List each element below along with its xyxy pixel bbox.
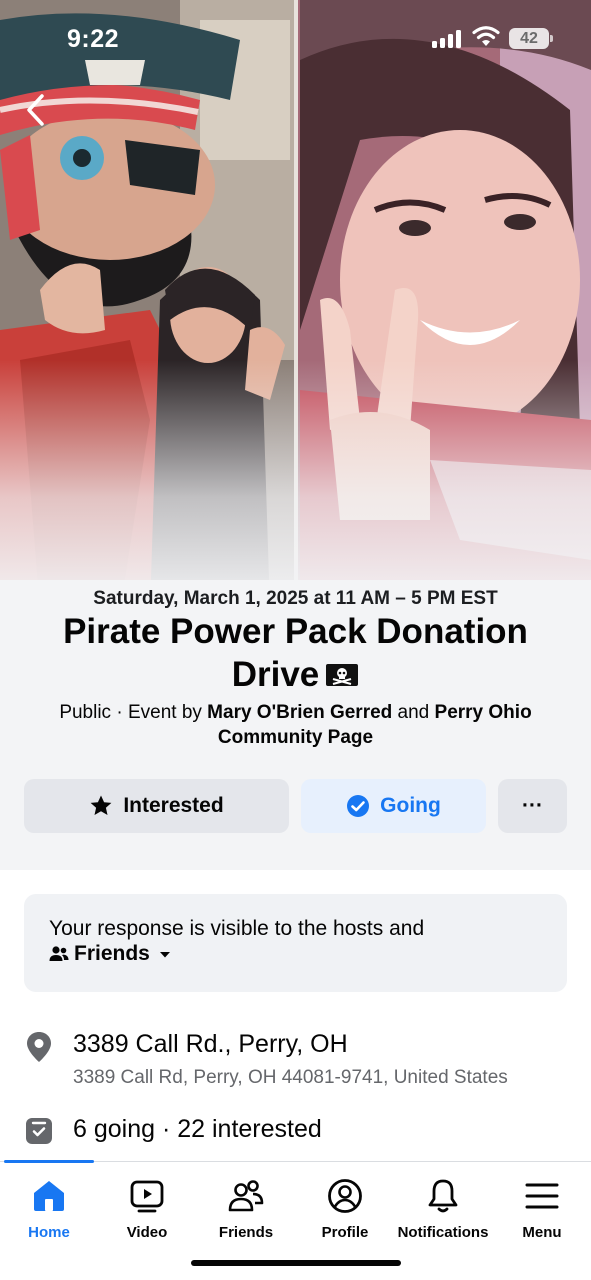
home-icon bbox=[34, 1181, 64, 1211]
location-row[interactable]: 3389 Call Rd., Perry, OH 3389 Call Rd, P… bbox=[24, 1028, 584, 1098]
tab-home-label: Home bbox=[28, 1224, 70, 1241]
tab-friends-label: Friends bbox=[218, 1224, 274, 1241]
host-conjunction: and bbox=[397, 702, 430, 723]
pirate-flag-icon bbox=[326, 664, 359, 686]
event-title-text: Pirate Power Pack Donation Drive bbox=[63, 612, 528, 694]
battery-tip bbox=[550, 35, 553, 42]
tab-menu[interactable]: Menu bbox=[493, 1178, 591, 1258]
friends-icon bbox=[228, 1180, 264, 1212]
event-by-prefix: · Event by bbox=[116, 702, 202, 723]
check-circle-icon bbox=[347, 795, 370, 817]
attendance-row[interactable]: 6 going · 22 interested bbox=[24, 1114, 584, 1154]
location-name: 3389 Call Rd., Perry, OH bbox=[73, 1030, 348, 1058]
more-options-button[interactable]: ··· bbox=[498, 779, 567, 833]
event-title: Pirate Power Pack Donation Drive bbox=[20, 610, 571, 696]
tab-video-label: Video bbox=[126, 1224, 168, 1241]
caret-down-icon bbox=[159, 951, 170, 957]
tab-home[interactable]: Home bbox=[0, 1178, 98, 1258]
tab-video[interactable]: Video bbox=[98, 1178, 196, 1258]
home-indicator bbox=[191, 1260, 401, 1266]
video-icon bbox=[130, 1180, 164, 1213]
battery-level: 42 bbox=[520, 30, 538, 47]
tab-menu-label: Menu bbox=[522, 1224, 562, 1241]
cellular-signal-icon bbox=[432, 30, 462, 48]
host-link-1[interactable]: Mary O'Brien Gerred bbox=[207, 702, 392, 723]
location-address: 3389 Call Rd, Perry, OH 44081-9741, Unit… bbox=[73, 1067, 508, 1088]
wifi-icon bbox=[472, 26, 500, 46]
battery-icon: 42 bbox=[509, 28, 549, 49]
bell-icon bbox=[428, 1179, 458, 1213]
tab-profile[interactable]: Profile bbox=[296, 1178, 394, 1258]
active-tab-indicator bbox=[4, 1160, 94, 1163]
going-button[interactable]: Going bbox=[301, 779, 486, 833]
tab-profile-label: Profile bbox=[321, 1224, 369, 1241]
event-visibility: Public bbox=[59, 702, 112, 723]
response-visibility-notice: Your response is visible to the hosts an… bbox=[24, 894, 567, 992]
menu-icon bbox=[525, 1183, 559, 1209]
location-pin-icon bbox=[27, 1032, 51, 1062]
interested-label: Interested bbox=[123, 794, 224, 817]
status-bar: 9:22 42 bbox=[0, 0, 591, 80]
status-time: 9:22 bbox=[67, 25, 120, 53]
event-hosts: Public · Event by Mary O'Brien Gerred an… bbox=[20, 700, 571, 750]
notice-text: Your response is visible to the hosts an… bbox=[49, 917, 425, 940]
calendar-check-icon bbox=[26, 1118, 52, 1144]
interested-button[interactable]: Interested bbox=[24, 779, 289, 833]
tab-notifications[interactable]: Notifications bbox=[394, 1178, 492, 1258]
more-options-icon: ··· bbox=[522, 794, 543, 817]
attendance-count: 6 going · 22 interested bbox=[73, 1115, 322, 1143]
back-arrow-icon[interactable] bbox=[18, 90, 58, 130]
audience-label: Friends bbox=[74, 942, 150, 965]
cover-gradient bbox=[0, 360, 591, 610]
event-cover-photo[interactable] bbox=[0, 0, 591, 610]
tab-friends[interactable]: Friends bbox=[197, 1178, 295, 1258]
event-date: Saturday, March 1, 2025 at 11 AM – 5 PM … bbox=[93, 588, 498, 609]
tab-notifications-label: Notifications bbox=[397, 1224, 489, 1241]
friends-small-icon bbox=[49, 945, 69, 961]
audience-selector[interactable]: Friends bbox=[49, 941, 542, 966]
star-icon bbox=[90, 795, 112, 815]
going-label: Going bbox=[380, 794, 441, 817]
profile-icon bbox=[328, 1179, 362, 1213]
event-actions: Interested Going ··· bbox=[24, 779, 567, 833]
